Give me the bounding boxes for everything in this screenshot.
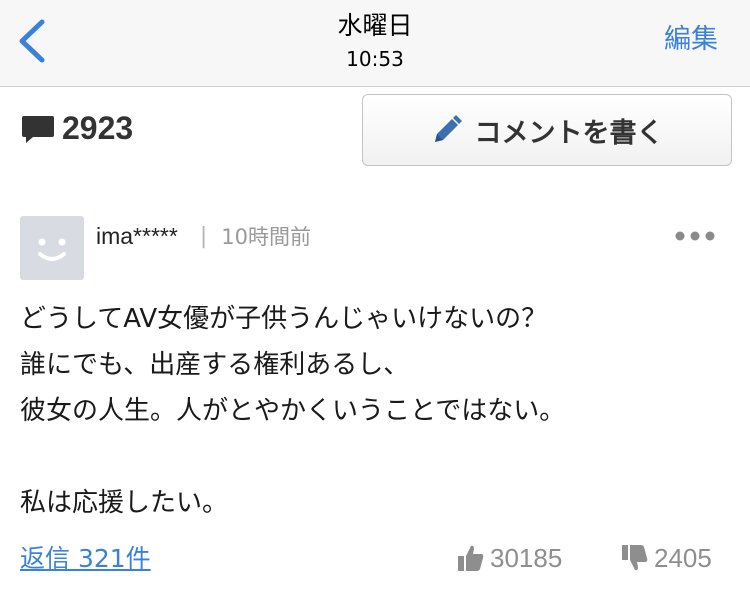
- nav-title: 水曜日: [337, 11, 413, 40]
- comment-line: 彼女の人生。人がとやかくいうことではない。: [20, 396, 566, 426]
- avatar[interactable]: [20, 216, 84, 280]
- replies-link[interactable]: 返信 321件: [20, 542, 151, 576]
- navigation-bar: 水曜日 10:53 編集: [0, 0, 750, 87]
- comment-bubble-icon: [22, 116, 54, 143]
- smiley-avatar-icon: [38, 238, 66, 261]
- more-dots-icon[interactable]: [674, 230, 716, 242]
- comment-line: どうしてAV女優が子供うんじゃいけないの？: [20, 304, 548, 334]
- write-comment-label: コメントを書く: [474, 117, 664, 149]
- comment-line: 誰にでも、出産する権利あるし、: [20, 350, 410, 380]
- comment-count-value: 2923: [62, 109, 134, 146]
- dislike-count: 2405: [654, 542, 712, 573]
- like-button[interactable]: 30185: [456, 540, 562, 576]
- timestamp: 10時間前: [221, 225, 311, 249]
- like-count: 30185: [490, 542, 563, 573]
- thumbs-up-icon: [458, 545, 484, 571]
- dislike-button[interactable]: 2405: [620, 540, 712, 576]
- comment-line: 私は応援したい。: [20, 488, 229, 518]
- pencil-icon: [434, 115, 462, 142]
- meta-separator: |: [199, 223, 208, 249]
- username[interactable]: ima*****: [96, 223, 178, 250]
- comment-body: どうしてAV女優が子供うんじゃいけないの？ 誰にでも、出産する権利あるし、 彼女…: [20, 296, 720, 526]
- comment-count: 2923: [20, 106, 133, 150]
- nav-title-group: 水曜日 10:53: [0, 10, 750, 74]
- edit-button[interactable]: 編集: [664, 22, 718, 58]
- comment-meta: ima***** | 10時間前: [96, 220, 311, 252]
- comment-blank-line: [20, 434, 720, 480]
- nav-time: 10:53: [346, 47, 404, 71]
- write-comment-button[interactable]: コメントを書く: [362, 94, 732, 166]
- thumbs-down-icon: [622, 545, 648, 571]
